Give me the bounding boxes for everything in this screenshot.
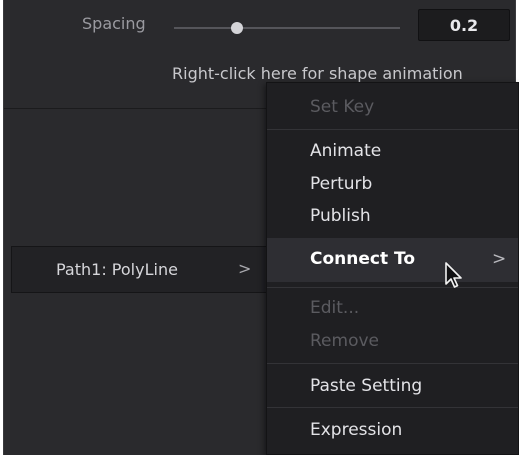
spacing-value-field[interactable]: 0.2 [418, 9, 510, 41]
menu-item-perturb[interactable]: Perturb [267, 168, 518, 200]
menu-item-label: Animate [310, 141, 382, 161]
menu-item-label: Paste Setting [310, 376, 423, 396]
menu-separator [267, 287, 518, 288]
path-polyline-label: Path1: PolyLine [56, 260, 178, 279]
shape-animation-hint[interactable]: Right-click here for shape animation [172, 64, 517, 83]
menu-separator [267, 129, 518, 130]
menu-item-paste-setting[interactable]: Paste Setting [267, 370, 518, 402]
menu-item-set-key[interactable]: Set Key [267, 91, 518, 123]
menu-item-label: Set Key [310, 97, 375, 117]
chevron-right-icon: > [238, 259, 252, 278]
menu-item-expression[interactable]: Expression [267, 414, 518, 446]
menu-item-label: Expression [310, 420, 403, 440]
spacing-slider[interactable] [174, 22, 400, 34]
context-menu: Set Key Animate Perturb Publish Connect … [266, 82, 519, 455]
spacing-control: Spacing 0.2 [4, 0, 515, 50]
menu-item-label: Perturb [310, 174, 373, 194]
spacing-slider-thumb[interactable] [231, 22, 244, 34]
menu-item-label: Publish [310, 206, 371, 226]
menu-item-edit[interactable]: Edit... [267, 292, 518, 324]
path-polyline-menu-item[interactable]: Path1: PolyLine > [11, 246, 267, 293]
spacing-label: Spacing [82, 14, 146, 33]
menu-separator [267, 407, 518, 408]
menu-item-remove[interactable]: Remove [267, 325, 518, 357]
menu-item-connect-to[interactable]: Connect To > [267, 238, 518, 282]
arrow-pointer-icon [445, 262, 462, 288]
chevron-right-icon: > [492, 249, 507, 269]
menu-item-label: Edit... [310, 298, 360, 318]
menu-item-publish[interactable]: Publish [267, 200, 518, 232]
menu-item-label: Remove [310, 331, 379, 351]
menu-separator [267, 363, 518, 364]
menu-item-label: Connect To [310, 249, 416, 269]
menu-item-animate[interactable]: Animate [267, 135, 518, 167]
